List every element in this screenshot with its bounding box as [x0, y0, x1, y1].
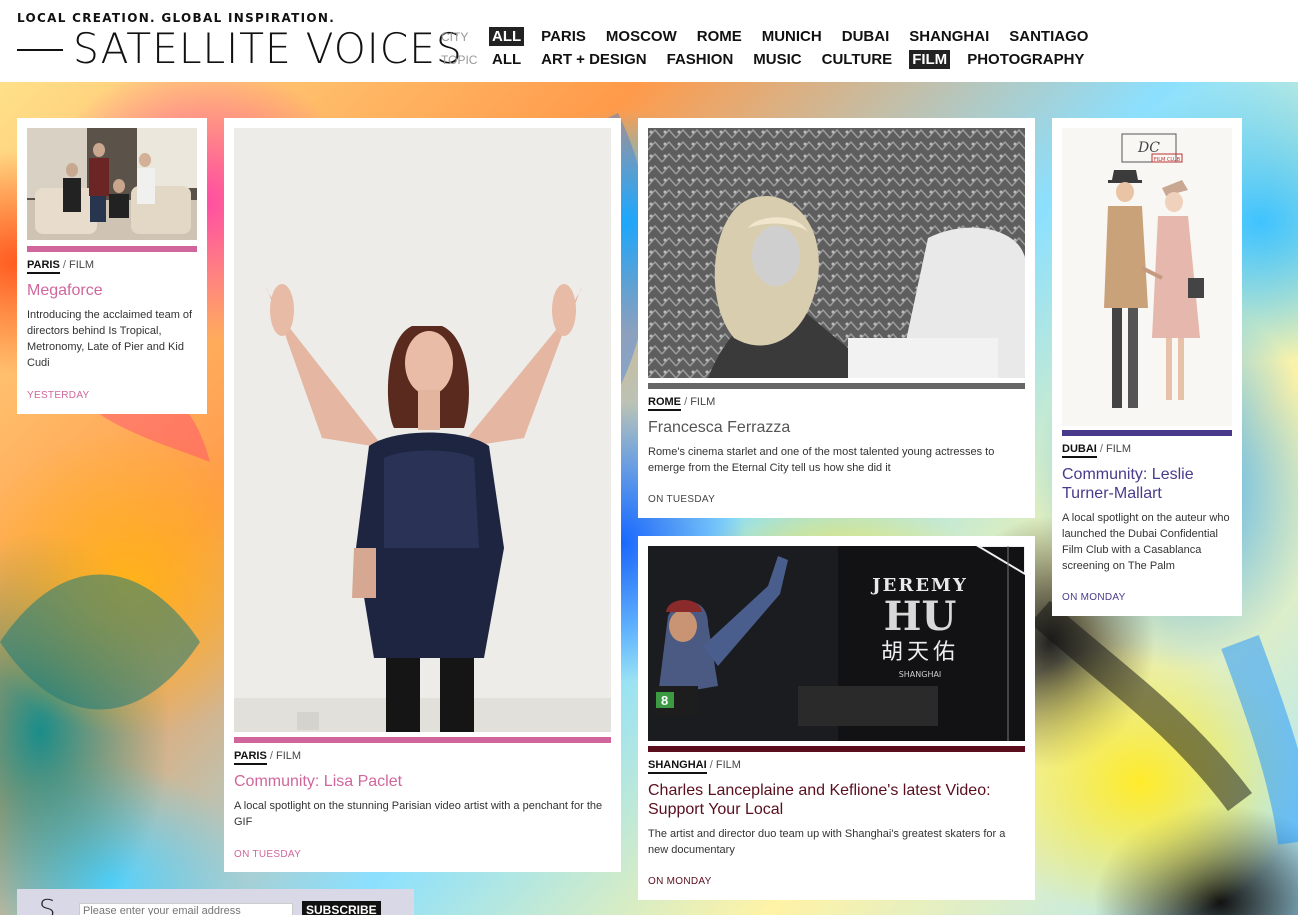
- city-nav-santiago[interactable]: SANTIAGO: [1006, 27, 1091, 46]
- article-card-leslie-turner-mallart[interactable]: DC FILM CLUB DUBAI / FILM Community: Les…: [1052, 118, 1242, 616]
- article-date: ON MONDAY: [1062, 592, 1126, 603]
- article-thumbnail[interactable]: DC FILM CLUB: [1062, 128, 1232, 426]
- article-meta: ROME / FILM: [648, 396, 715, 411]
- city-nav-shanghai[interactable]: SHANGHAI: [906, 27, 992, 46]
- topic-nav-art-design[interactable]: ART + DESIGN: [538, 50, 649, 69]
- logo-dash: [17, 49, 63, 51]
- city-nav-moscow[interactable]: MOSCOW: [603, 27, 680, 46]
- newsletter-subscribe: S SUBSCRIBE: [17, 889, 414, 915]
- article-description: Rome's cinema starlet and one of the mos…: [648, 446, 995, 474]
- article-description: The artist and director duo team up with…: [648, 828, 1006, 856]
- city-nav-munich[interactable]: MUNICH: [759, 27, 825, 46]
- topic-tag[interactable]: FILM: [716, 759, 741, 771]
- article-meta: PARIS / FILM: [27, 259, 94, 274]
- topic-nav-all[interactable]: ALL: [489, 50, 524, 69]
- article-title[interactable]: Community: Lisa Paclet: [234, 772, 611, 791]
- city-tag[interactable]: DUBAI: [1062, 443, 1097, 458]
- article-title[interactable]: Community: Leslie Turner-Mallart: [1062, 465, 1232, 503]
- article-card-lisa-paclet[interactable]: PARIS / FILM Community: Lisa Paclet A lo…: [224, 118, 621, 872]
- article-description: A local spotlight on the stunning Parisi…: [234, 800, 603, 828]
- city-tag[interactable]: PARIS: [27, 259, 60, 274]
- article-meta: DUBAI / FILM: [1062, 443, 1131, 458]
- topic-nav-music[interactable]: MUSIC: [750, 50, 804, 69]
- article-thumbnail[interactable]: [648, 128, 1025, 378]
- thumb-title-line2: HU: [884, 593, 957, 640]
- article-thumbnail[interactable]: [234, 128, 611, 732]
- topic-tag[interactable]: FILM: [1106, 443, 1131, 455]
- thumb-title-chinese: 胡天佑: [881, 640, 959, 665]
- topic-nav-photography[interactable]: PHOTOGRAPHY: [964, 50, 1087, 69]
- subscribe-button[interactable]: SUBSCRIBE: [302, 901, 381, 915]
- site-header: LOCAL CREATION. GLOBAL INSPIRATION. SATE…: [0, 0, 1298, 82]
- article-title[interactable]: Megaforce: [27, 281, 197, 300]
- topic-tag[interactable]: FILM: [69, 259, 94, 271]
- satellite-s-icon: S: [39, 895, 56, 915]
- article-thumbnail[interactable]: [27, 128, 197, 240]
- site-logo[interactable]: SATELLITE VOICES: [17, 26, 475, 72]
- topic-nav-film[interactable]: FILM: [909, 50, 951, 69]
- city-nav-label: CITY: [441, 29, 469, 44]
- article-date: YESTERDAY: [27, 390, 90, 401]
- category-color-bar: [648, 383, 1025, 389]
- city-tag[interactable]: SHANGHAI: [648, 759, 707, 774]
- category-color-bar: [27, 246, 197, 252]
- article-meta: SHANGHAI / FILM: [648, 759, 741, 774]
- thumb-title-sub: SHANGHAI: [899, 670, 942, 679]
- topic-nav-label: TOPIC: [441, 52, 478, 67]
- tagline: LOCAL CREATION. GLOBAL INSPIRATION.: [17, 11, 336, 25]
- topic-nav-fashion[interactable]: FASHION: [664, 50, 737, 69]
- article-date: ON TUESDAY: [234, 849, 302, 860]
- city-tag[interactable]: ROME: [648, 396, 681, 411]
- city-nav-paris[interactable]: PARIS: [538, 27, 589, 46]
- category-color-bar: [1062, 430, 1232, 436]
- city-nav-dubai[interactable]: DUBAI: [839, 27, 893, 46]
- logo-text: SATELLITE VOICES: [73, 24, 463, 73]
- category-color-bar: [234, 737, 611, 743]
- article-card-megaforce[interactable]: PARIS / FILM Megaforce Introducing the a…: [17, 118, 207, 414]
- jersey-number: 8: [661, 693, 668, 708]
- article-card-francesca-ferrazza[interactable]: ROME / FILM Francesca Ferrazza Rome's ci…: [638, 118, 1035, 518]
- city-nav: CITY ALL PARIS MOSCOW ROME MUNICH DUBAI …: [441, 27, 1105, 46]
- city-nav-all[interactable]: ALL: [489, 27, 525, 46]
- article-meta: PARIS / FILM: [234, 750, 301, 765]
- article-title[interactable]: Charles Lanceplaine and Keflione's lates…: [648, 781, 1018, 819]
- email-input[interactable]: [79, 903, 293, 915]
- film-club-logo-sub: FILM CLUB: [1154, 157, 1181, 163]
- city-tag[interactable]: PARIS: [234, 750, 267, 765]
- article-thumbnail[interactable]: 8 JEREMY HU 胡天佑 SHANGHAI: [648, 546, 1025, 741]
- article-description: Introducing the acclaimed team of direct…: [27, 309, 193, 369]
- article-date: ON TUESDAY: [648, 494, 716, 505]
- topic-tag[interactable]: FILM: [690, 396, 715, 408]
- article-title[interactable]: Francesca Ferrazza: [648, 418, 1025, 437]
- article-description: A local spotlight on the auteur who laun…: [1062, 512, 1230, 572]
- article-card-charles-lanceplaine[interactable]: 8 JEREMY HU 胡天佑 SHANGHAI SHANGHAI / FILM…: [638, 536, 1035, 900]
- topic-nav: TOPIC ALL ART + DESIGN FASHION MUSIC CUL…: [441, 50, 1101, 69]
- city-nav-rome[interactable]: ROME: [694, 27, 745, 46]
- topic-tag[interactable]: FILM: [276, 750, 301, 762]
- topic-nav-culture[interactable]: CULTURE: [819, 50, 896, 69]
- category-color-bar: [648, 746, 1025, 752]
- article-date: ON MONDAY: [648, 876, 712, 887]
